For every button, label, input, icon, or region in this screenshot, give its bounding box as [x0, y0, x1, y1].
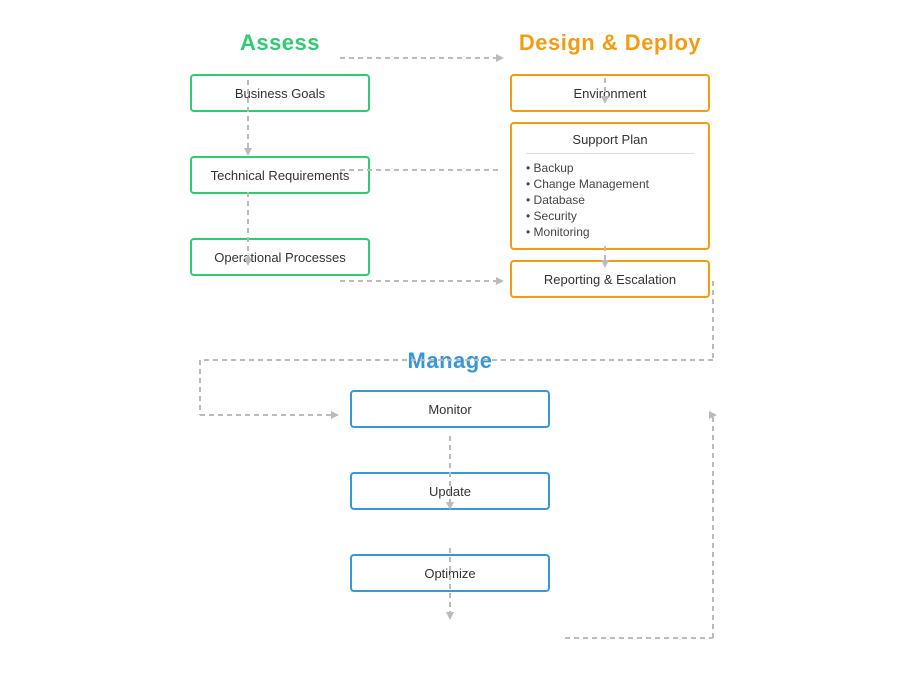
- manage-section: Manage Monitor Update Optimize: [40, 348, 860, 592]
- business-goals-box: Business Goals: [190, 74, 370, 112]
- update-label: Update: [429, 484, 471, 499]
- monitor-label: Monitor: [428, 402, 471, 417]
- environment-label: Environment: [574, 86, 647, 101]
- monitor-box: Monitor: [350, 390, 550, 428]
- support-item-database: Database: [526, 192, 694, 208]
- environment-box: Environment: [510, 74, 710, 112]
- operational-processes-box: Operational Processes: [190, 238, 370, 276]
- technical-requirements-box: Technical Requirements: [190, 156, 370, 194]
- update-box: Update: [350, 472, 550, 510]
- operational-processes-label: Operational Processes: [214, 250, 346, 265]
- technical-requirements-label: Technical Requirements: [211, 168, 350, 183]
- support-item-change-management: Change Management: [526, 176, 694, 192]
- design-title: Design & Deploy: [519, 30, 701, 56]
- support-plan-title: Support Plan: [526, 132, 694, 154]
- support-item-backup: Backup: [526, 160, 694, 176]
- manage-title: Manage: [408, 348, 493, 374]
- top-section: Assess Business Goals Technical Requirem…: [40, 30, 860, 298]
- reporting-escalation-box: Reporting & Escalation: [510, 260, 710, 298]
- assess-title: Assess: [240, 30, 320, 56]
- reporting-escalation-label: Reporting & Escalation: [544, 272, 676, 287]
- support-item-monitoring: Monitoring: [526, 224, 694, 240]
- optimize-box: Optimize: [350, 554, 550, 592]
- business-goals-label: Business Goals: [235, 86, 325, 101]
- support-plan-list: Backup Change Management Database Securi…: [526, 160, 694, 240]
- manage-boxes: Monitor Update Optimize: [350, 390, 550, 592]
- support-plan-box: Support Plan Backup Change Management Da…: [510, 122, 710, 250]
- diagram-container: Assess Business Goals Technical Requirem…: [0, 0, 900, 700]
- assess-column: Assess Business Goals Technical Requirem…: [180, 30, 380, 298]
- optimize-label: Optimize: [424, 566, 475, 581]
- support-item-security: Security: [526, 208, 694, 224]
- design-column: Design & Deploy Environment Support Plan…: [500, 30, 720, 298]
